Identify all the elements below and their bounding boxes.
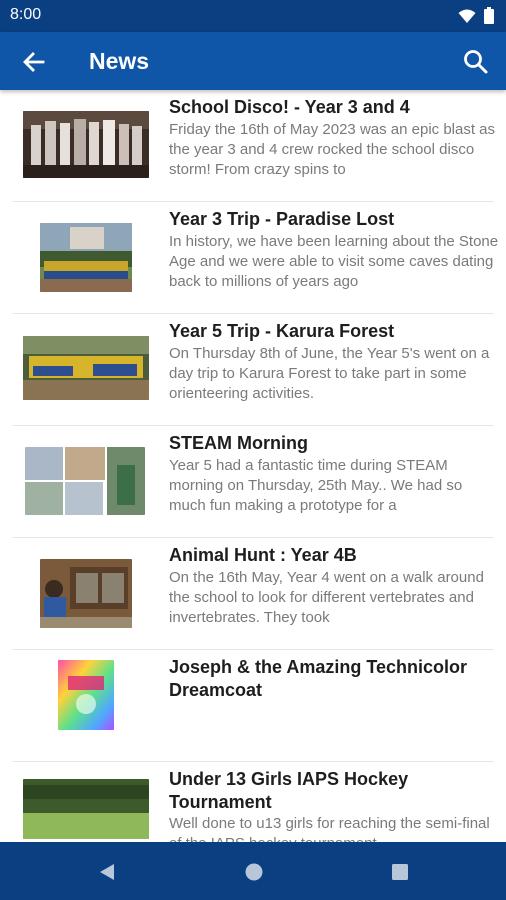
status-bar: 8:00 [0,0,506,32]
news-thumbnail [40,223,132,292]
back-button[interactable] [20,48,48,76]
page-title: News [89,48,150,74]
news-item[interactable]: STEAM Morning Year 5 had a fantastic tim… [0,426,506,538]
news-title: STEAM Morning [169,433,308,453]
news-thumbnail [40,559,132,628]
news-item[interactable]: Joseph & the Amazing Technicolor Dreamco… [0,650,506,762]
search-icon [464,50,488,74]
back-triangle-icon [100,864,114,880]
news-title: School Disco! - Year 3 and 4 [169,97,410,117]
news-title: Year 3 Trip - Paradise Lost [169,209,395,229]
battery-icon [484,7,494,24]
news-item[interactable]: School Disco! - Year 3 and 4 Friday the … [0,90,506,202]
news-list[interactable]: School Disco! - Year 3 and 4 Friday the … [0,90,506,842]
news-item[interactable]: Year 3 Trip - Paradise Lost In history, … [0,202,506,314]
recents-square-icon [392,864,408,880]
system-nav-bar [0,842,506,900]
news-thumbnail [58,660,114,730]
status-time: 8:00 [10,6,42,23]
home-circle-icon [245,863,263,881]
news-description: Friday the 16th of May 2023 was an epic … [169,121,496,178]
news-description: In history, we have been learning about … [169,233,499,290]
status-icons [458,7,494,24]
app-bar: News [0,32,506,90]
news-item[interactable]: Animal Hunt : Year 4B On the 16th May, Y… [0,538,506,650]
news-thumbnail [23,111,149,178]
news-description: Well done to u13 girls for reaching the … [169,815,490,842]
nav-home-button[interactable] [243,861,265,883]
arrow-left-icon [23,52,45,72]
news-description: Year 5 had a fantastic time during STEAM… [169,457,463,514]
search-button[interactable] [462,48,490,76]
news-title: Joseph & the Amazing Technicolor Dreamco… [169,657,468,700]
nav-recents-button[interactable] [389,861,411,883]
news-thumbnail [23,779,149,839]
news-thumbnail [25,447,145,515]
news-item[interactable]: Under 13 Girls IAPS Hockey Tournament We… [0,762,506,842]
news-description: On the 16th May, Year 4 went on a walk a… [169,569,484,626]
news-item[interactable]: Year 5 Trip - Karura Forest On Thursday … [0,314,506,426]
news-title: Under 13 Girls IAPS Hockey Tournament [169,769,409,812]
news-thumbnail [23,336,149,400]
news-title: Animal Hunt : Year 4B [169,545,357,565]
news-description: On Thursday 8th of June, the Year 5's we… [169,345,490,402]
news-title: Year 5 Trip - Karura Forest [169,321,395,341]
wifi-icon [458,9,476,23]
nav-back-button[interactable] [96,861,118,883]
